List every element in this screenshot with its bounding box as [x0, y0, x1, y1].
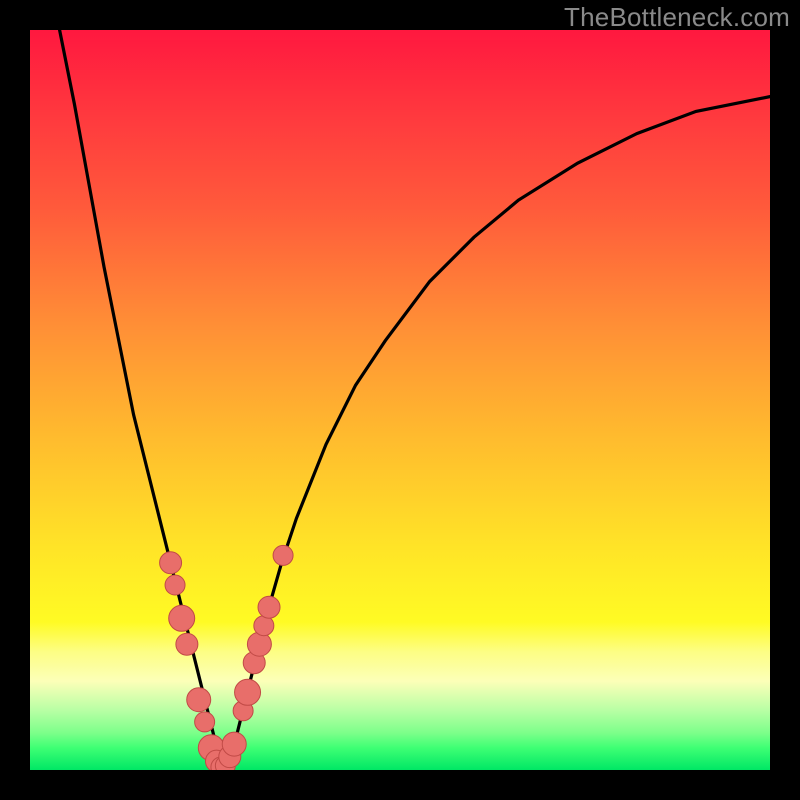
sample-dot	[187, 688, 211, 712]
sample-dot	[235, 679, 261, 705]
sample-dot	[176, 633, 198, 655]
sample-dot	[258, 596, 280, 618]
outer-black-frame: TheBottleneck.com	[0, 0, 800, 800]
sample-dot	[273, 545, 293, 565]
sample-dot	[160, 552, 182, 574]
sample-dot	[222, 732, 246, 756]
curve-left-branch	[60, 30, 223, 770]
sample-dot	[247, 632, 271, 656]
curve-right-branch	[222, 97, 770, 770]
plot-area	[30, 30, 770, 770]
sample-dot	[195, 712, 215, 732]
watermark-text: TheBottleneck.com	[564, 2, 790, 33]
chart-svg	[30, 30, 770, 770]
sample-dot	[165, 575, 185, 595]
sample-dot	[169, 605, 195, 631]
sample-dots-group	[160, 545, 293, 770]
sample-dot	[254, 616, 274, 636]
